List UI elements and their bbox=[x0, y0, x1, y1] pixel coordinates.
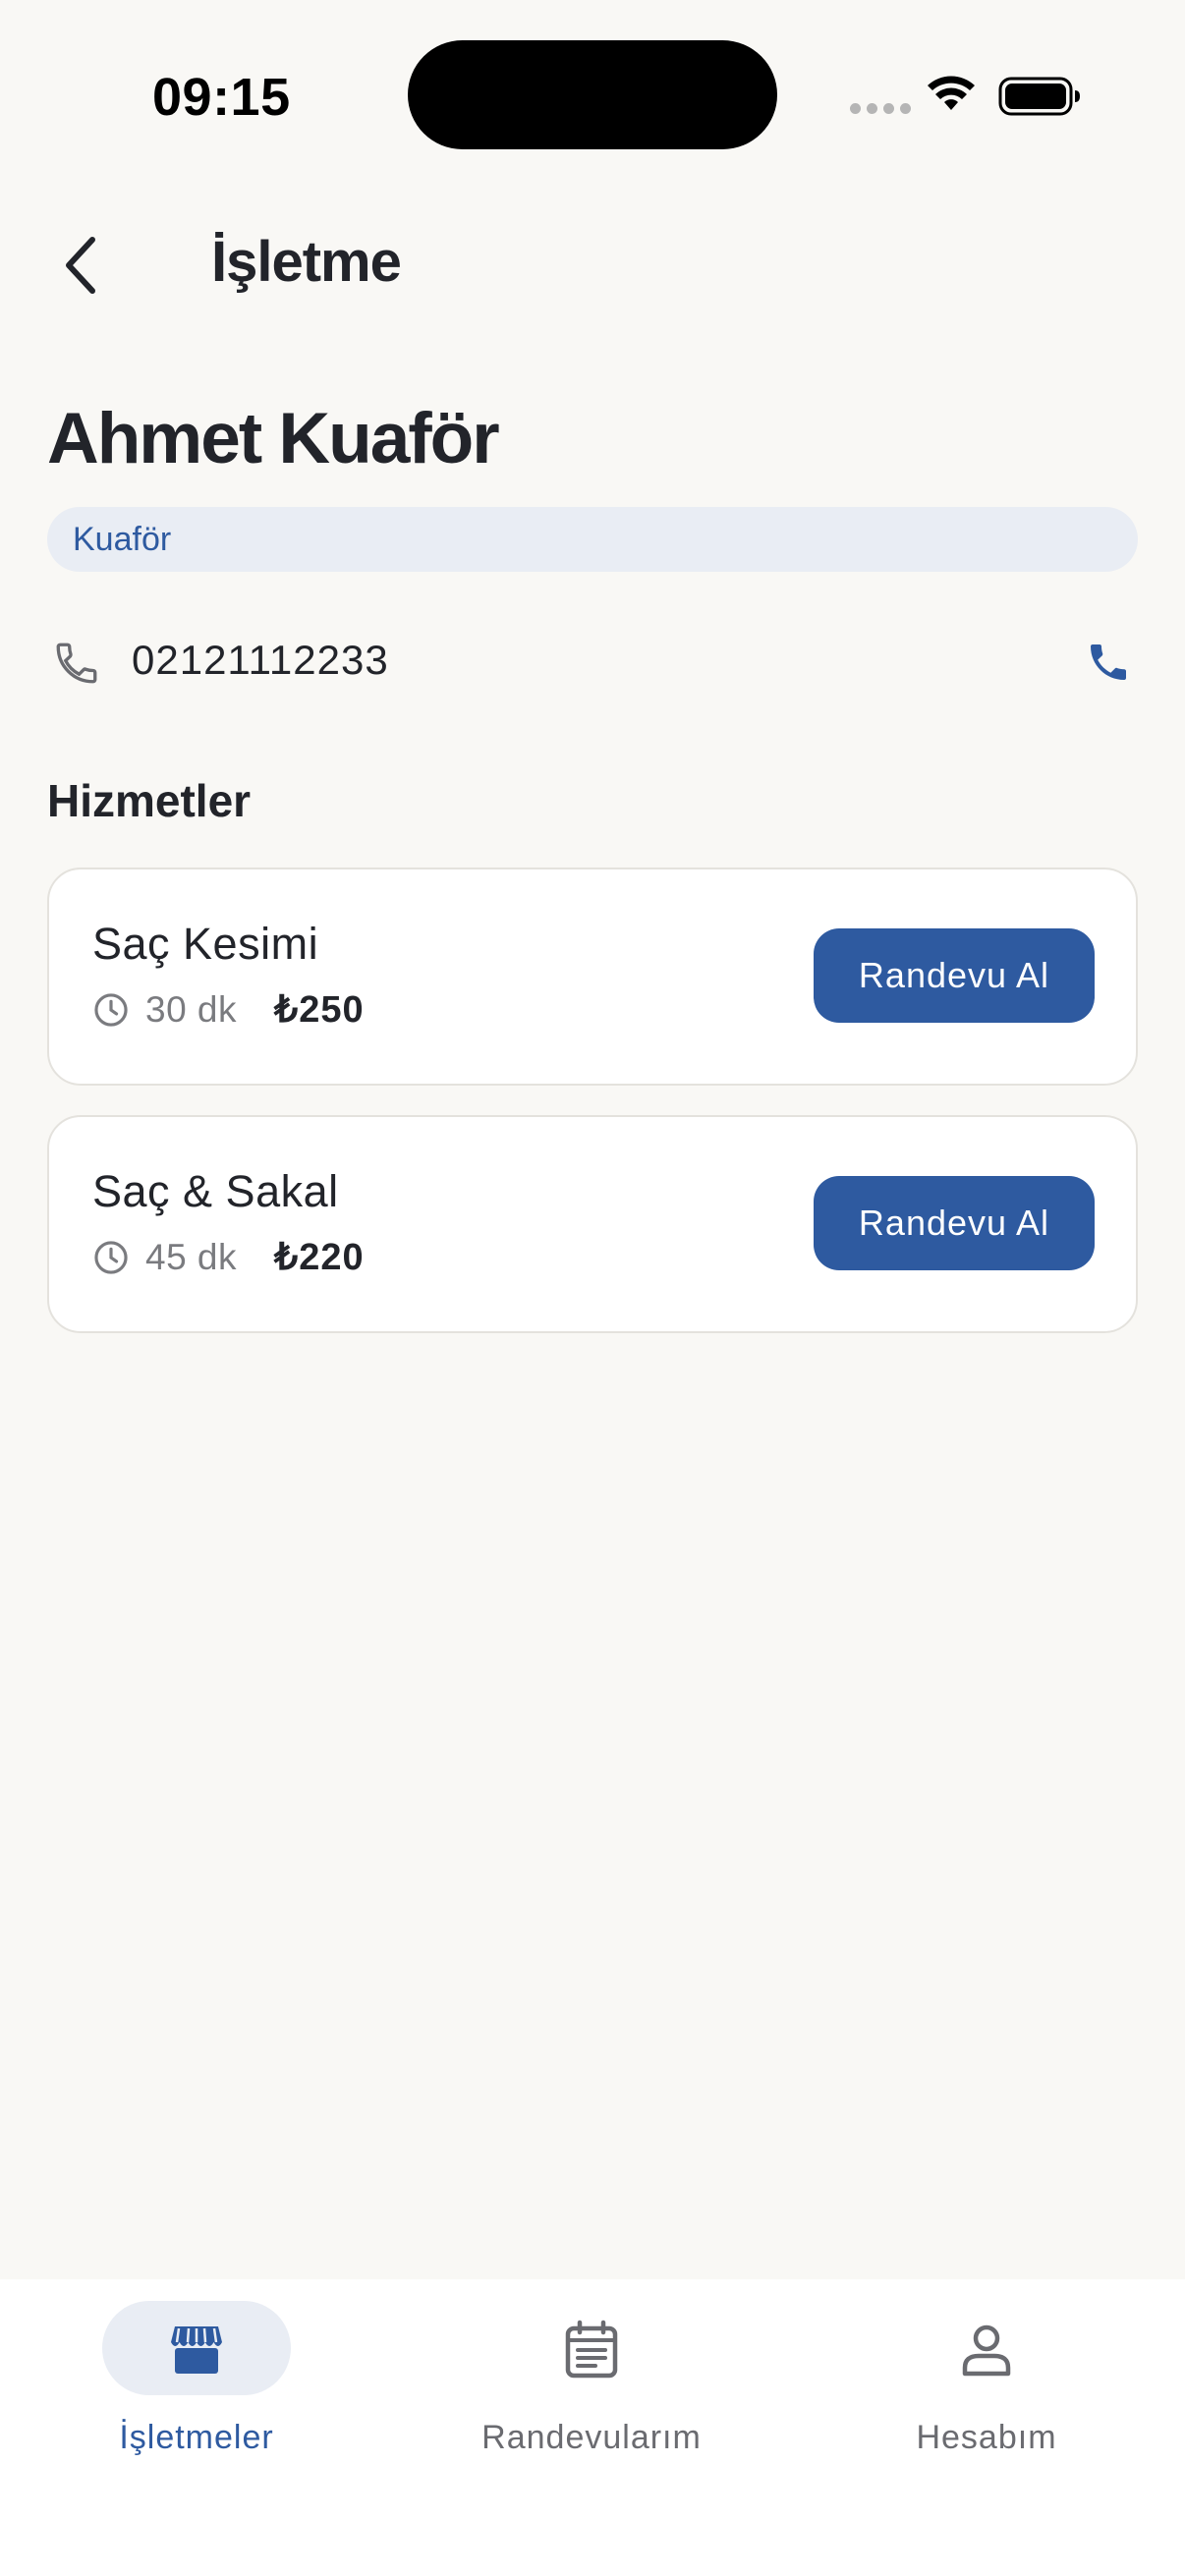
service-price: ₺220 bbox=[274, 1237, 365, 1278]
cellular-signal-icon bbox=[850, 103, 911, 114]
battery-icon bbox=[998, 77, 1080, 116]
bottom-nav: İşletmeler Randevularım Hesabım bbox=[0, 2279, 1185, 2576]
service-duration: 30 dk bbox=[145, 988, 238, 1030]
service-meta: 30 dk ₺250 bbox=[92, 987, 365, 1032]
nav-label: Hesabım bbox=[916, 2419, 1057, 2456]
nav-item-account[interactable]: Hesabım bbox=[839, 2301, 1134, 2488]
services-section-title: Hizmetler bbox=[47, 775, 252, 826]
service-name: Saç & Sakal bbox=[92, 1166, 339, 1216]
category-chip: Kuaför bbox=[47, 507, 1138, 572]
service-name: Saç Kesimi bbox=[92, 919, 319, 969]
phone-number: 02121112233 bbox=[132, 637, 389, 683]
service-duration: 45 dk bbox=[145, 1236, 238, 1277]
clock-icon bbox=[94, 992, 128, 1027]
page-title: İşletme bbox=[211, 230, 402, 294]
status-bar: 09:15 bbox=[0, 0, 1185, 187]
category-label: Kuaför bbox=[73, 520, 172, 558]
service-meta: 45 dk ₺220 bbox=[92, 1235, 365, 1279]
storefront-icon bbox=[171, 2326, 222, 2374]
dynamic-island bbox=[408, 40, 777, 149]
nav-label: İşletmeler bbox=[119, 2419, 274, 2456]
call-button[interactable] bbox=[1079, 633, 1138, 692]
business-name: Ahmet Kuaför bbox=[47, 399, 500, 478]
calendar-list-icon bbox=[565, 2320, 618, 2379]
person-icon bbox=[962, 2324, 1011, 2377]
service-card: Saç & Sakal 45 dk ₺220 Randevu Al bbox=[47, 1115, 1138, 1333]
phone-icon bbox=[56, 643, 97, 684]
phone-icon bbox=[1091, 644, 1126, 680]
status-time: 09:15 bbox=[152, 68, 291, 127]
wifi-icon bbox=[928, 76, 975, 110]
phone-row: 02121112233 bbox=[47, 619, 1138, 707]
book-appointment-button[interactable]: Randevu Al bbox=[814, 1176, 1095, 1270]
nav-item-appointments[interactable]: Randevularım bbox=[444, 2301, 739, 2488]
service-price: ₺250 bbox=[274, 989, 365, 1031]
book-appointment-button[interactable]: Randevu Al bbox=[814, 928, 1095, 1023]
nav-item-businesses[interactable]: İşletmeler bbox=[49, 2301, 344, 2488]
clock-icon bbox=[94, 1240, 128, 1274]
chevron-left-icon bbox=[66, 237, 95, 294]
service-card: Saç Kesimi 30 dk ₺250 Randevu Al bbox=[47, 868, 1138, 1086]
nav-label: Randevularım bbox=[481, 2419, 702, 2456]
back-button[interactable] bbox=[51, 226, 110, 305]
